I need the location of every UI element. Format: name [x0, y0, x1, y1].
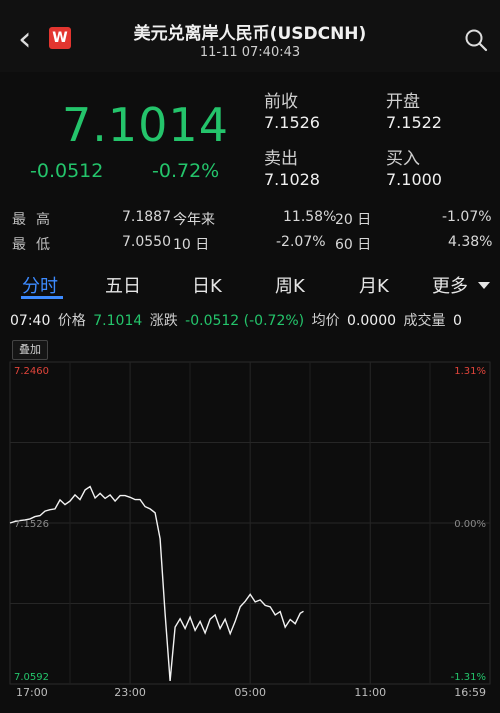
- price-series-line: [9, 485, 304, 681]
- pct-label-mid: 0.00%: [454, 519, 486, 530]
- d60-label: 60 日: [335, 237, 372, 253]
- crosshair-readout: 07:40 价格 7.1014 涨跌 -0.0512 (-0.72%) 均价 0…: [10, 310, 465, 330]
- d10-label: 10 日: [173, 237, 210, 253]
- intraday-chart[interactable]: 7.2460 7.1526 7.0592 1.31% 0.00% -1.31% 17:00 2…: [0, 338, 500, 698]
- readout-chg: -0.0512 (-0.72%): [185, 313, 305, 329]
- d60-value: 4.38%: [448, 234, 493, 250]
- tab-more[interactable]: 更多: [432, 272, 468, 298]
- tab-intraday[interactable]: 分时: [22, 272, 58, 298]
- tab-five-day[interactable]: 五日: [105, 272, 141, 298]
- chevron-down-icon[interactable]: [478, 282, 490, 289]
- page-title: 美元兑离岸人民币(USDCNH): [133, 24, 367, 44]
- quote-datetime: 11-11 07:40:43: [199, 45, 301, 60]
- tab-weekly-k[interactable]: 周K: [275, 272, 305, 298]
- active-tab-underline: [21, 296, 63, 299]
- overlay-button[interactable]: 叠加: [12, 340, 48, 360]
- open-value: 7.1522: [386, 113, 442, 132]
- chart-grid: [9, 361, 491, 685]
- price-change-pct: -0.72%: [152, 160, 220, 182]
- open-label: 开盘: [386, 92, 420, 112]
- ask-label: 卖出: [264, 149, 298, 169]
- x-tick-label: 17:00: [16, 686, 48, 698]
- x-tick-label: 23:00: [114, 686, 146, 698]
- ask-value: 7.1028: [264, 170, 320, 189]
- tab-daily-k[interactable]: 日K: [192, 272, 222, 298]
- low-value: 7.0550: [122, 234, 171, 250]
- last-price: 7.1014: [62, 98, 229, 152]
- y-label-mid: 7.1526: [14, 519, 49, 530]
- d20-value: -1.07%: [442, 209, 492, 225]
- app-header: ‹ W 美元兑离岸人民币(USDCNH) 11-11 07:40:43: [0, 0, 500, 72]
- prev-close-value: 7.1526: [264, 113, 320, 132]
- tab-monthly-k[interactable]: 月K: [359, 272, 389, 298]
- ytd-label: 今年来: [173, 212, 215, 228]
- price-change: -0.0512: [30, 160, 104, 182]
- readout-price: 7.1014: [93, 313, 143, 329]
- search-icon[interactable]: [464, 28, 488, 52]
- high-value: 7.1887: [122, 209, 171, 225]
- y-label-bottom: 7.0592: [14, 672, 49, 683]
- x-tick-label: 11:00: [354, 686, 386, 698]
- readout-time: 07:40: [10, 313, 51, 329]
- d20-label: 20 日: [335, 212, 372, 228]
- d10-value: -2.07%: [276, 234, 326, 250]
- pct-label-bottom: -1.31%: [451, 672, 486, 683]
- x-tick-label: 16:59: [454, 686, 486, 698]
- bid-label: 买入: [386, 149, 420, 169]
- readout-vol: 0: [452, 313, 462, 329]
- readout-avg: 0.0000: [347, 313, 397, 329]
- readout-vol-label: 成交量: [403, 313, 446, 329]
- readout-chg-label: 涨跌: [149, 313, 178, 329]
- low-label: 最低: [12, 237, 60, 253]
- pct-label-top: 1.31%: [454, 366, 486, 377]
- high-label: 最高: [12, 212, 60, 228]
- ytd-value: 11.58%: [283, 209, 337, 225]
- prev-close-label: 前收: [264, 92, 298, 112]
- readout-avg-label: 均价: [311, 313, 340, 329]
- bid-value: 7.1000: [386, 170, 442, 189]
- period-tabs: 分时 五日 日K 周K 月K 更多: [0, 266, 500, 306]
- x-tick-label: 05:00: [234, 686, 266, 698]
- readout-price-label: 价格: [57, 313, 86, 329]
- y-label-top: 7.2460: [14, 366, 49, 377]
